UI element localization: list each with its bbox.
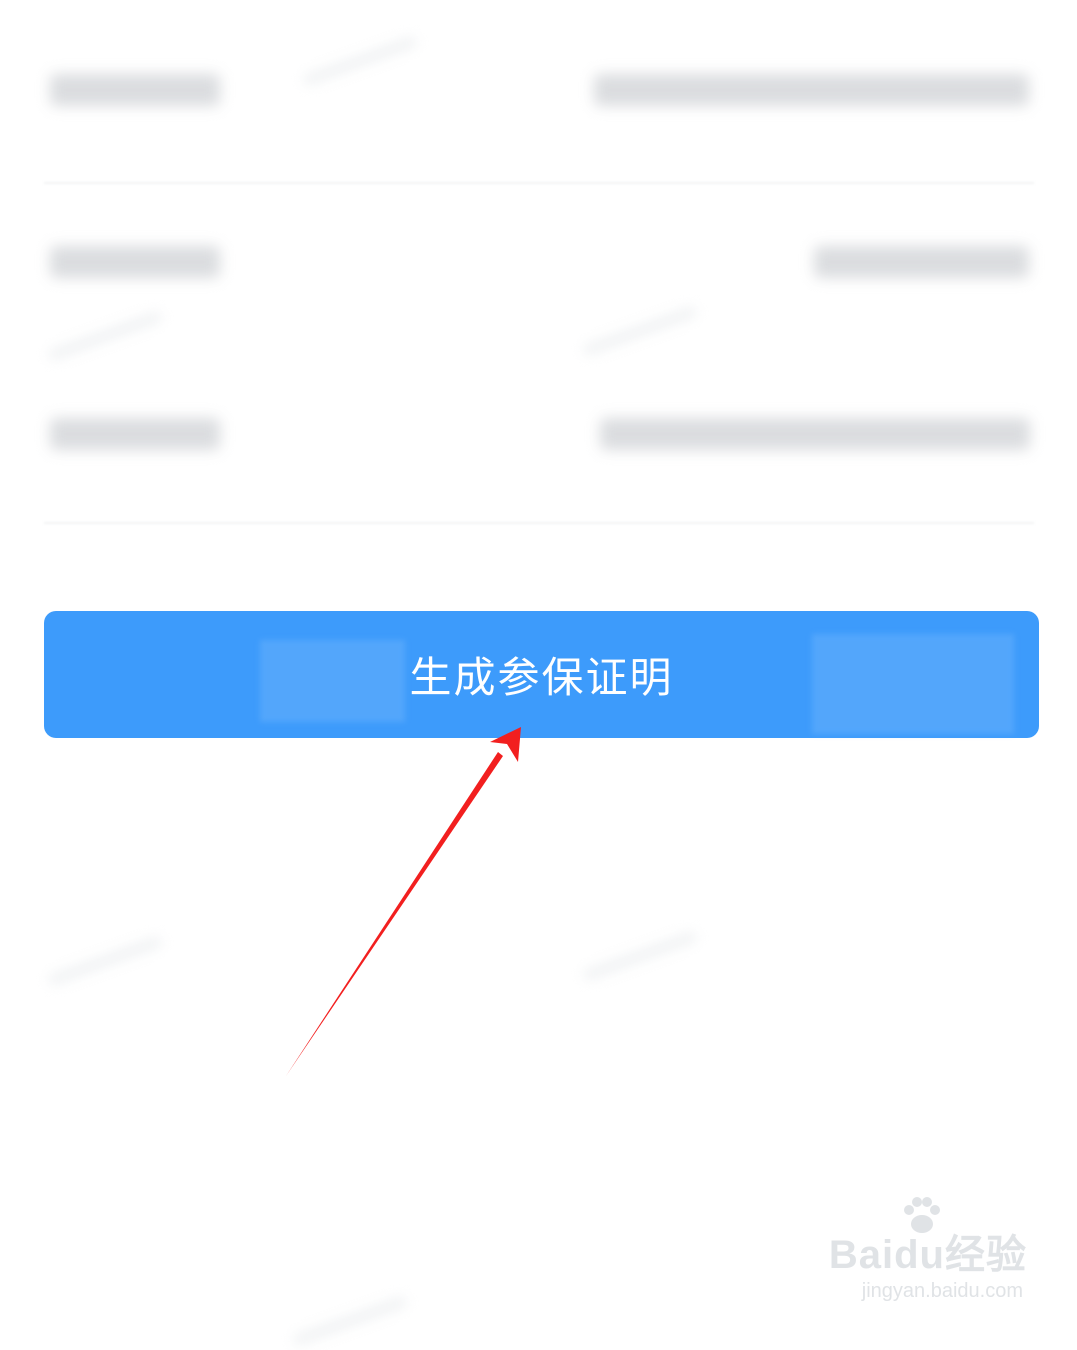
button-blur-patch — [812, 634, 1014, 734]
smudge — [581, 929, 699, 983]
divider-1 — [44, 182, 1034, 184]
smudge — [291, 1294, 409, 1348]
info-row-3-label — [50, 418, 220, 450]
info-row-1-value — [594, 74, 1029, 106]
generate-certificate-button-label: 生成参保证明 — [409, 653, 674, 702]
info-row-2 — [44, 232, 1034, 292]
info-row-3 — [44, 404, 1034, 464]
smudge — [46, 934, 164, 988]
info-row-2-label — [50, 246, 220, 278]
divider-2 — [44, 522, 1034, 524]
info-row-1-label — [50, 74, 220, 106]
smudge — [46, 309, 164, 363]
info-row-2-value — [814, 246, 1029, 278]
watermark-url: jingyan.baidu.com — [861, 1280, 1023, 1302]
watermark-brand: Baidu经验 — [828, 1233, 1027, 1277]
smudge — [581, 304, 699, 358]
arrow-shaft — [286, 752, 503, 1076]
info-row-3-value — [600, 418, 1030, 450]
info-row-1 — [44, 60, 1034, 120]
button-blur-patch — [260, 640, 405, 722]
watermark: Baidu经验 jingyan.baidu.com — [807, 1197, 1027, 1320]
